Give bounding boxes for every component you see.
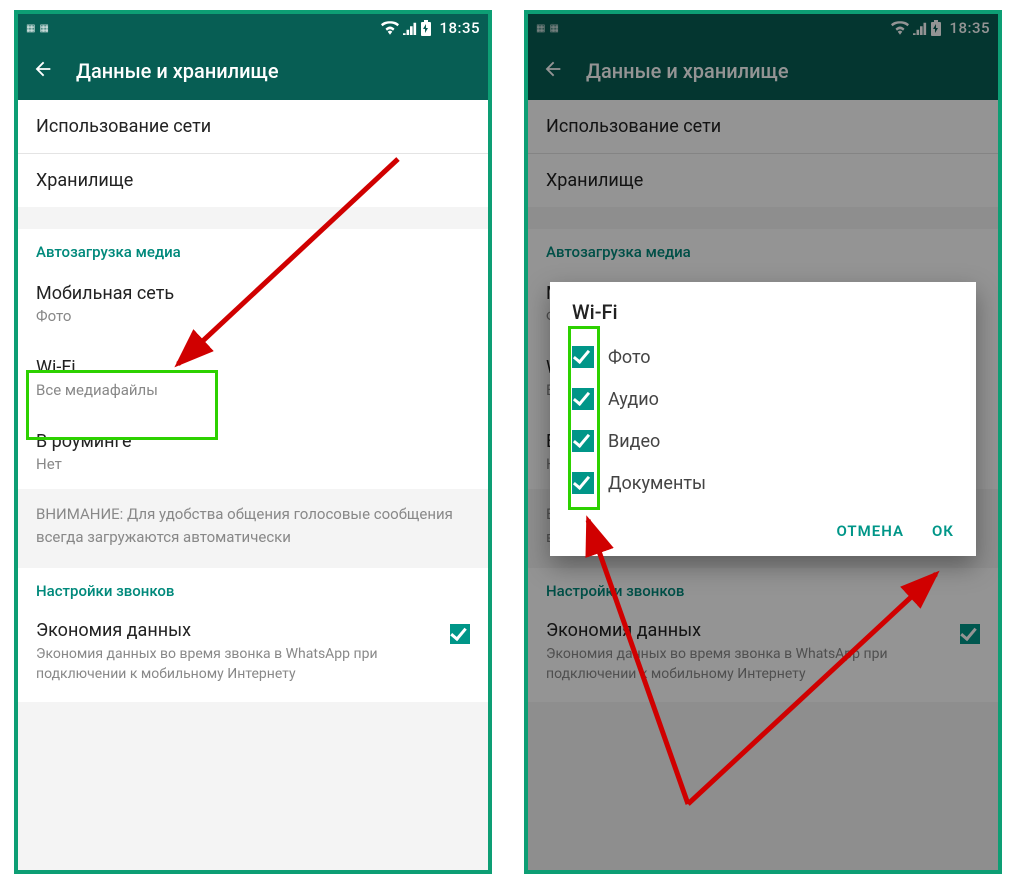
item-sub: Фото (36, 307, 470, 325)
ok-button[interactable]: ОК (932, 522, 954, 540)
option-label: Видео (608, 431, 660, 452)
highlight-wifi (26, 370, 218, 440)
battery-icon (421, 20, 431, 36)
item-network-usage[interactable]: Использование сети (18, 100, 488, 153)
option-label: Фото (608, 347, 651, 368)
right-phone: ▦ ▦ 18:35 Данные и хранилище Использован… (524, 10, 1002, 874)
item-sub: Экономия данных во время звонка в WhatsA… (36, 644, 436, 685)
section-calls: Настройки звонков (18, 568, 488, 606)
data-saver-checkbox[interactable] (450, 624, 470, 644)
wifi-icon (381, 21, 399, 35)
app-bar: Данные и хранилище (18, 42, 488, 100)
wifi-dialog: Wi-Fi Фото Аудио Видео Документы ОТМЕНА … (550, 282, 976, 556)
option-photo[interactable]: Фото (550, 336, 976, 378)
page-title: Данные и хранилище (76, 59, 279, 83)
item-title: Экономия данных (36, 620, 436, 641)
sim-icon: ▦ (39, 23, 48, 34)
gap (18, 207, 488, 229)
status-bar: ▦ ▦ 18:35 (18, 14, 488, 42)
item-sub: Нет (36, 455, 470, 473)
sim-icon: ▦ (26, 23, 35, 34)
option-video[interactable]: Видео (550, 420, 976, 462)
back-button[interactable] (32, 58, 54, 84)
dialog-buttons: ОТМЕНА ОК (550, 504, 976, 556)
dialog-title: Wi-Fi (550, 300, 976, 336)
item-title: Мобильная сеть (36, 283, 470, 304)
clock: 18:35 (439, 19, 480, 37)
item-mobile[interactable]: Мобильная сеть Фото (18, 267, 488, 341)
item-title: Использование сети (36, 116, 470, 137)
item-data-saver[interactable]: Экономия данных Экономия данных во время… (18, 606, 488, 703)
option-label: Документы (608, 473, 706, 494)
option-label: Аудио (608, 389, 659, 410)
item-storage[interactable]: Хранилище (18, 154, 488, 207)
item-title: Хранилище (36, 170, 470, 191)
highlight-checkboxes (568, 326, 600, 510)
cancel-button[interactable]: ОТМЕНА (836, 522, 904, 540)
status-right: 18:35 (381, 19, 480, 37)
status-left: ▦ ▦ (26, 23, 49, 34)
option-docs[interactable]: Документы (550, 462, 976, 504)
signal-icon (403, 21, 417, 35)
section-autodownload: Автозагрузка медиа (18, 229, 488, 267)
autodownload-notice: ВНИМАНИЕ: Для удобства общения голосовые… (18, 489, 488, 568)
left-phone: ▦ ▦ 18:35 Данные и хранилище Использован… (14, 10, 492, 874)
option-audio[interactable]: Аудио (550, 378, 976, 420)
